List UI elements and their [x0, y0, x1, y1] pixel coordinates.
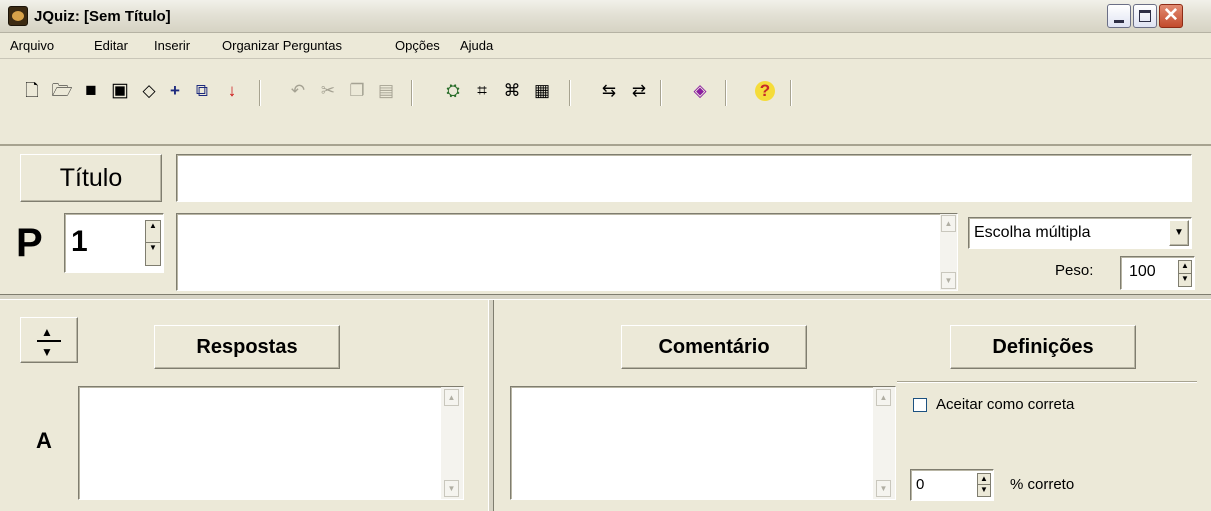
close-button[interactable]: ✕ [1159, 4, 1183, 28]
scroll-down-icon[interactable]: ▼ [444, 480, 459, 497]
spin-up-icon[interactable]: ▲ [146, 221, 160, 243]
swap-left-icon[interactable]: ⇆ [597, 79, 621, 103]
open-folder-icon[interactable]: 🗁 [50, 79, 74, 103]
reorder-button[interactable]: ▲ ▼ [20, 317, 78, 363]
question-scrollbar[interactable]: ▲ ▼ [940, 214, 957, 290]
red-down-arrow-icon[interactable]: ↓ [220, 79, 244, 103]
export-page-icon[interactable]: ⌗ [470, 79, 494, 103]
menu-editar[interactable]: Editar [94, 38, 128, 53]
export-page-2-icon[interactable]: ⌘ [500, 79, 524, 103]
question-type-select[interactable]: Escolha múltipla ▼ [968, 217, 1192, 249]
comment-text-area[interactable]: ▲ ▼ [510, 386, 896, 500]
titulo-button[interactable]: Título [20, 154, 162, 202]
toolbar-separator [411, 80, 413, 106]
spin-down-icon[interactable]: ▼ [978, 485, 990, 496]
new-file-icon[interactable]: 🗋 [20, 79, 44, 103]
peso-value: 100 [1129, 263, 1156, 280]
percent-label: % correto [1010, 476, 1075, 493]
toolbar-separator [660, 80, 662, 106]
question-number-field[interactable]: 1 ▲ ▼ [64, 213, 164, 273]
answer-text-area[interactable]: ▲ ▼ [78, 386, 464, 500]
question-letter: P [16, 221, 43, 265]
title-bar: JQuiz: [Sem Título] ✕ [0, 0, 1211, 33]
scroll-up-icon[interactable]: ▲ [941, 215, 956, 232]
comentario-button[interactable]: Comentário [621, 325, 807, 369]
toolbar-row: 🗋 🗁 ■ ▣ ◇ + ⧉ ↓ ↶ ✂ ❐ ▤ ⛭ ⌗ ⌘ ▦ ⇆ ⇄ ◈ ? [0, 79, 1211, 106]
question-number: 1 [71, 225, 88, 258]
hotpot-icon[interactable]: ◈ [688, 79, 712, 103]
save-as-icon[interactable]: ▣ [108, 79, 132, 103]
maximize-icon [1139, 10, 1151, 22]
move-up-icon: ▲ [41, 325, 53, 339]
scroll-up-icon[interactable]: ▲ [876, 389, 891, 406]
percent-value: 0 [916, 476, 925, 493]
close-icon: ✕ [1163, 5, 1179, 26]
menu-organizar-perguntas[interactable]: Organizar Perguntas [222, 38, 342, 53]
maximize-button[interactable] [1133, 4, 1157, 28]
eraser-icon[interactable]: ◇ [137, 79, 161, 103]
toolbar-separator [790, 80, 792, 106]
spin-down-icon[interactable]: ▼ [1179, 274, 1191, 287]
spin-down-icon[interactable]: ▼ [146, 243, 160, 265]
help-icon[interactable]: ? [755, 81, 775, 101]
copy-icon: ❐ [349, 81, 365, 100]
toolbar-separator [569, 80, 571, 106]
accept-correct-label: Aceitar como correta [936, 396, 1075, 413]
panel-divider[interactable] [488, 300, 494, 511]
scroll-down-icon[interactable]: ▼ [941, 272, 956, 289]
swap-right-icon[interactable]: ⇄ [627, 79, 651, 103]
spin-up-icon[interactable]: ▲ [978, 474, 990, 485]
chevron-down-icon[interactable]: ▼ [1169, 220, 1189, 246]
window-title: JQuiz: [Sem Título] [34, 8, 171, 25]
answer-letter: A [36, 428, 52, 453]
cut-icon: ✂ [320, 81, 336, 100]
question-text-area[interactable]: ▲ ▼ [176, 213, 958, 291]
comment-scrollbar[interactable]: ▲ ▼ [873, 387, 895, 499]
respostas-button[interactable]: Respostas [154, 325, 340, 369]
menu-inserir[interactable]: Inserir [154, 38, 190, 53]
menu-arquivo[interactable]: Arquivo [10, 38, 54, 53]
peso-label: Peso: [1055, 262, 1094, 279]
titulo-input[interactable] [176, 154, 1192, 202]
toolbar-separator [259, 80, 261, 106]
move-down-icon: ▼ [41, 345, 53, 359]
grid-icon[interactable]: ▦ [530, 79, 554, 103]
reorder-divider [37, 340, 61, 342]
question-number-stepper[interactable]: ▲ ▼ [145, 220, 161, 266]
spin-up-icon[interactable]: ▲ [1179, 261, 1191, 274]
plus-icon[interactable]: + [163, 79, 187, 103]
jquiz-app-icon [8, 6, 28, 26]
config-icon[interactable]: ⛭ [441, 79, 465, 103]
save-icon[interactable]: ■ [79, 79, 103, 103]
menu-bar: Arquivo Editar Inserir Organizar Pergunt… [0, 33, 1211, 59]
question-type-value: Escolha múltipla [974, 224, 1091, 241]
scroll-down-icon[interactable]: ▼ [876, 480, 891, 497]
minimize-button[interactable] [1107, 4, 1131, 28]
section-divider [0, 294, 1211, 300]
answer-scrollbar[interactable]: ▲ ▼ [441, 387, 463, 499]
definicoes-button[interactable]: Definições [950, 325, 1136, 369]
percent-field[interactable]: 0 ▲ ▼ [910, 469, 994, 501]
accept-correct-checkbox[interactable] [913, 398, 927, 412]
menu-ajuda[interactable]: Ajuda [460, 38, 493, 53]
minimize-icon [1114, 20, 1124, 23]
menu-opcoes[interactable]: Opções [395, 38, 440, 53]
paste-icon: ▤ [377, 81, 395, 100]
definitions-separator [897, 381, 1197, 383]
toolbar-separator [725, 80, 727, 106]
peso-stepper[interactable]: ▲ ▼ [1178, 260, 1192, 287]
undo-icon: ↶ [290, 81, 306, 100]
toolbar: 🗋 🗁 ■ ▣ ◇ + ⧉ ↓ ↶ ✂ ❐ ▤ ⛭ ⌗ ⌘ ▦ ⇆ ⇄ ◈ ? [0, 59, 1211, 146]
web-export-icon[interactable]: ⧉ [190, 79, 214, 103]
peso-field[interactable]: 100 ▲ ▼ [1120, 256, 1195, 290]
percent-stepper[interactable]: ▲ ▼ [977, 473, 991, 497]
scroll-up-icon[interactable]: ▲ [444, 389, 459, 406]
